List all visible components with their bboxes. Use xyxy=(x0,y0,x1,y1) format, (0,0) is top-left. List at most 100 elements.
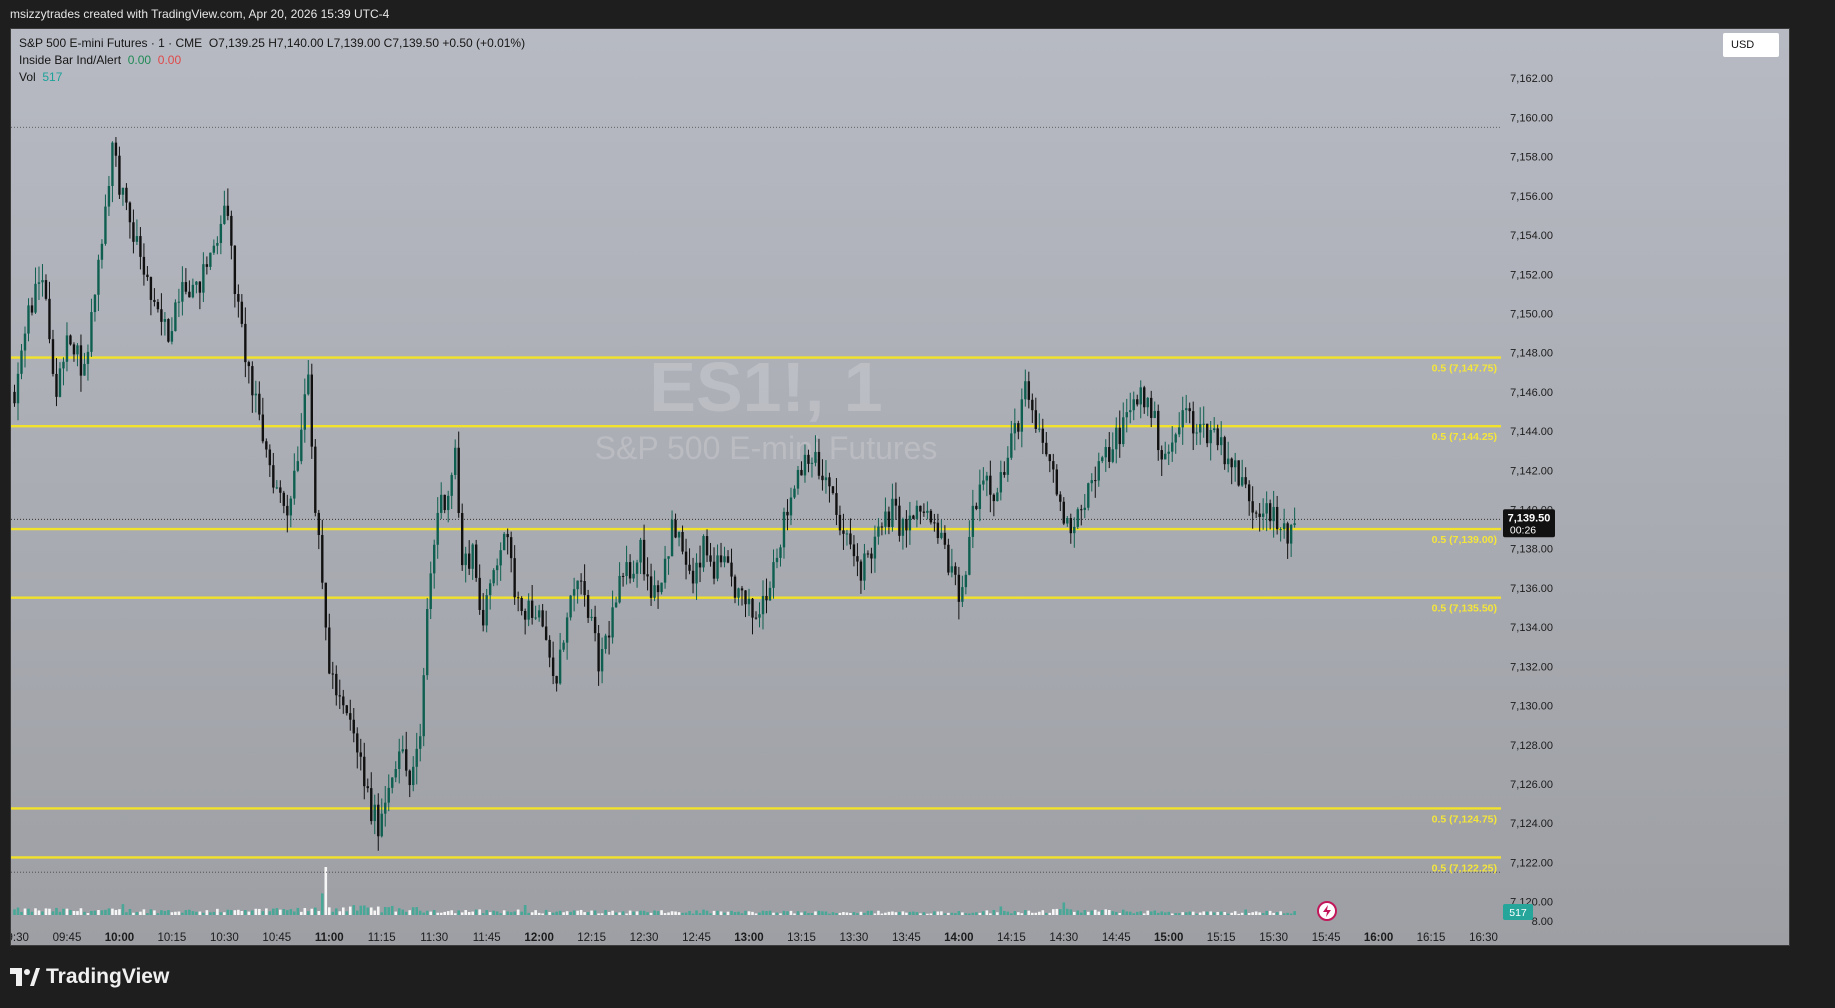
volume-bar xyxy=(537,912,541,915)
volume-bar xyxy=(376,906,380,915)
candle-body xyxy=(422,675,425,737)
volume-bar xyxy=(1076,910,1080,915)
time-axis[interactable]: 09:30 09:45 10:00 10:15 10:30 10:45 11:00 11:15… xyxy=(11,932,1498,944)
volume-bar xyxy=(181,912,184,915)
volume-bar xyxy=(65,908,69,915)
candle-body xyxy=(866,553,870,555)
volume-bar xyxy=(334,908,338,915)
volume-bar xyxy=(541,913,544,915)
candle-body xyxy=(485,595,488,626)
candle-body xyxy=(632,573,635,579)
candle-body xyxy=(905,518,908,531)
volume-bar xyxy=(1195,913,1199,915)
volume-bar xyxy=(247,911,251,915)
indicator-row[interactable]: Inside Bar Ind/Alert 0.00 0.00 xyxy=(19,52,525,69)
chart-panel[interactable]: ES1!, 1 S&P 500 E-mini Futures 0.5 (7,147… xyxy=(10,28,1790,946)
volume-bar xyxy=(244,910,247,915)
candle-body xyxy=(838,514,842,531)
candle-body xyxy=(1041,428,1045,443)
volume-row[interactable]: Vol 517 xyxy=(19,69,525,86)
symbol-row[interactable]: S&P 500 E-mini Futures · 1 · CME O7,139.… xyxy=(19,35,525,52)
volume-bar xyxy=(464,910,467,915)
time-axis-tick: 15:00 xyxy=(1154,932,1183,944)
volume-bar xyxy=(677,912,681,915)
price-axis-tick: 7,158.00 xyxy=(1510,152,1553,164)
candle-body xyxy=(324,582,327,628)
time-axis-tick: 09:45 xyxy=(53,932,82,944)
volume-bar xyxy=(233,910,237,915)
price-axis-tick: 7,154.00 xyxy=(1510,230,1553,242)
volume-bar xyxy=(551,912,555,915)
volume-bar xyxy=(404,911,408,915)
candle-body xyxy=(863,553,866,581)
volume-bar xyxy=(331,911,335,915)
volume-bar xyxy=(453,913,457,915)
candle-body xyxy=(338,695,341,697)
candle-body xyxy=(240,301,244,324)
candle-body xyxy=(667,556,670,559)
candle-body xyxy=(898,505,901,536)
volume-bar xyxy=(506,911,509,915)
volume-bar xyxy=(558,910,562,915)
time-axis-tick: 10:45 xyxy=(262,932,291,944)
volume-bar xyxy=(79,908,83,915)
price-axis-tick: 7,146.00 xyxy=(1510,387,1553,399)
volume-bar xyxy=(1107,910,1111,915)
price-axis-tick: 7,152.00 xyxy=(1510,269,1553,281)
currency-button[interactable]: USD xyxy=(1723,33,1779,57)
candle-body xyxy=(915,505,919,519)
candle-body xyxy=(464,553,467,566)
candle-body xyxy=(877,526,880,537)
candle-body xyxy=(800,469,803,476)
volume-bar xyxy=(93,910,97,915)
volume-bar xyxy=(691,913,695,915)
candle-body xyxy=(681,531,684,552)
time-axis-tick: 11:00 xyxy=(315,932,344,944)
candle-body xyxy=(471,544,474,569)
volume-bar xyxy=(1027,910,1031,915)
candle-body xyxy=(492,570,495,584)
candle-body xyxy=(265,441,268,450)
volume-bar xyxy=(1286,912,1289,915)
volume-bar xyxy=(383,907,387,915)
volume-bar xyxy=(107,908,111,915)
candle-body xyxy=(412,766,415,786)
candle-body xyxy=(796,469,800,489)
volume-bar xyxy=(754,913,758,915)
volume-bar xyxy=(961,912,964,915)
volume-bar xyxy=(1090,910,1094,915)
volume-bar xyxy=(230,910,233,915)
candle-body xyxy=(51,339,55,374)
candle-body xyxy=(216,243,219,246)
candle-body xyxy=(457,447,460,514)
volume-bar xyxy=(877,910,880,915)
volume-bar xyxy=(1132,913,1136,915)
price-axis-tick: 7,144.00 xyxy=(1510,426,1553,438)
volume-bar xyxy=(817,910,821,915)
volume-bar xyxy=(548,911,551,915)
candle-body xyxy=(72,344,76,355)
candle-body xyxy=(534,617,537,619)
candle-body xyxy=(195,281,198,285)
candle-body xyxy=(1059,494,1062,502)
volume-bar xyxy=(975,912,978,915)
candle-body xyxy=(590,616,593,618)
volume-bar xyxy=(1111,911,1115,915)
candle-body xyxy=(212,245,216,253)
volume-bar xyxy=(919,913,922,915)
candle-body xyxy=(349,713,352,720)
volume-bar xyxy=(667,912,670,915)
candle-body xyxy=(1268,503,1272,522)
volume-bar xyxy=(716,910,719,915)
candle-body xyxy=(436,512,439,545)
last-price-value: 7,139.50 xyxy=(1508,512,1551,524)
time-axis-tick: 16:00 xyxy=(1364,932,1393,944)
volume-bar xyxy=(296,907,300,915)
candle-body xyxy=(48,298,51,340)
volume-bar xyxy=(793,913,796,915)
volume-bar xyxy=(174,911,177,915)
price-chart[interactable]: ES1!, 1 S&P 500 E-mini Futures 0.5 (7,147… xyxy=(11,29,1789,945)
volume-bar xyxy=(86,913,90,915)
candle-body xyxy=(370,788,373,822)
candle-body xyxy=(880,526,884,528)
